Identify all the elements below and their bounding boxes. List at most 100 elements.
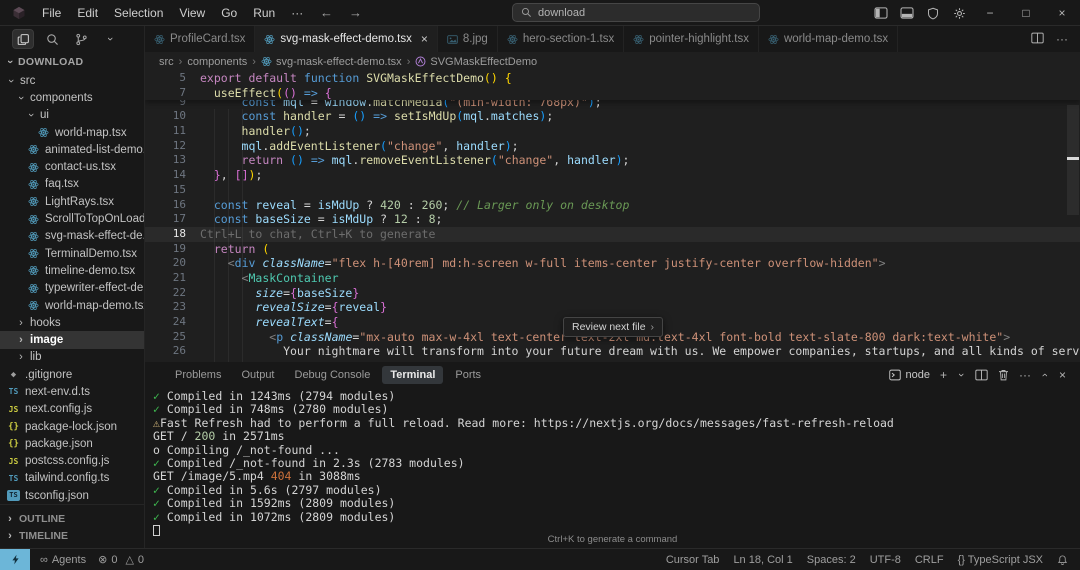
tab-pointer-highlight-tsx[interactable]: pointer-highlight.tsx <box>624 26 759 52</box>
tree-item-hooks[interactable]: ›hooks <box>0 314 144 331</box>
code-line-19[interactable]: 19 return ( <box>145 242 1080 257</box>
panel-more-icon[interactable]: ··· <box>1019 368 1031 382</box>
breadcrumb-item-components[interactable]: components <box>187 56 247 68</box>
status-spaces-2[interactable]: Spaces: 2 <box>807 554 856 566</box>
menu-item-edit[interactable]: Edit <box>69 3 106 23</box>
command-center-search[interactable]: download <box>512 3 760 22</box>
nav-forward-icon[interactable]: → <box>349 5 362 20</box>
search-view-icon[interactable] <box>41 29 63 49</box>
tree-item-contact-us-tsx[interactable]: contact-us.tsx <box>0 158 144 175</box>
breadcrumb-item-src[interactable]: src <box>159 56 174 68</box>
layout-panel-icon[interactable] <box>894 0 920 26</box>
tree-item-package-json[interactable]: {}package.json <box>0 435 144 452</box>
menu-item-item[interactable]: ··· <box>283 3 311 23</box>
tab-profilecard-tsx[interactable]: ProfileCard.tsx <box>145 26 255 52</box>
tree-item-components[interactable]: ›components <box>0 89 144 106</box>
sticky-code-line-5[interactable]: 5export default function SVGMaskEffectDe… <box>145 71 1080 86</box>
tree-item-lightrays-tsx[interactable]: LightRays.tsx <box>0 193 144 210</box>
terminal-output[interactable]: ✓ Compiled in 1243ms (2794 modules)✓ Com… <box>145 387 1080 537</box>
tree-item-svg-mask-effect-de[interactable]: svg-mask-effect-de... <box>0 228 144 245</box>
close-window-button[interactable]: × <box>1044 0 1080 26</box>
tree-item-typewriter-effect-de[interactable]: typewriter-effect-de... <box>0 280 144 297</box>
tree-item-tailwind-config-ts[interactable]: TStailwind.config.ts <box>0 470 144 487</box>
more-actions-icon[interactable]: ··· <box>1056 32 1068 46</box>
tree-item-package-lock-json[interactable]: {}package-lock.json <box>0 418 144 435</box>
maximize-panel-icon[interactable]: › <box>1039 371 1051 379</box>
menu-item-run[interactable]: Run <box>245 3 283 23</box>
menu-item-file[interactable]: File <box>34 3 69 23</box>
status-ln-18-col-1[interactable]: Ln 18, Col 1 <box>733 554 792 566</box>
menu-item-selection[interactable]: Selection <box>106 3 171 23</box>
code-line-12[interactable]: 12 mql.addEventListener("change", handle… <box>145 139 1080 154</box>
panel-tab-ports[interactable]: Ports <box>447 366 489 384</box>
remote-indicator[interactable] <box>0 549 30 570</box>
maximize-button[interactable]: □ <box>1008 0 1044 26</box>
code-line-9[interactable]: 9 const mql = window.matchMedia("(min-wi… <box>145 100 1080 109</box>
tree-item-terminaldemo-tsx[interactable]: TerminalDemo.tsx <box>0 245 144 262</box>
tree-item-tsconfig-json[interactable]: TStsconfig.json <box>0 487 144 504</box>
panel-tab-terminal[interactable]: Terminal <box>382 366 443 384</box>
close-tab-icon[interactable]: × <box>421 32 428 46</box>
status-typescript-jsx[interactable]: {} TypeScript JSX <box>958 554 1043 566</box>
tree-item-animated-list-demo[interactable]: animated-list-demo... <box>0 141 144 158</box>
views-chevron-down-icon[interactable]: › <box>99 29 121 49</box>
notifications-bell-icon[interactable] <box>1057 554 1068 566</box>
tree-item-src[interactable]: ›src <box>0 72 144 89</box>
tree-item-postcss-config-js[interactable]: JSpostcss.config.js <box>0 453 144 470</box>
problems-status[interactable]: ⊗ 0 △ 0 <box>98 553 144 566</box>
close-panel-icon[interactable]: × <box>1059 368 1066 382</box>
sidebar-section-outline[interactable]: ›OUTLINE <box>0 510 144 527</box>
tree-item-image[interactable]: ›image <box>0 331 144 348</box>
tab-world-map-demo-tsx[interactable]: world-map-demo.tsx <box>759 26 898 52</box>
code-line-16[interactable]: 16 const reveal = isMdUp ? 420 : 260; //… <box>145 198 1080 213</box>
status-utf-8[interactable]: UTF-8 <box>870 554 901 566</box>
status-cursor-tab[interactable]: Cursor Tab <box>666 554 720 566</box>
tree-item-timeline-demo-tsx[interactable]: timeline-demo.tsx <box>0 262 144 279</box>
sticky-code-line-7[interactable]: 7 useEffect(() => { <box>145 86 1080 101</box>
explorer-section-header[interactable]: › DOWNLOAD <box>0 52 144 72</box>
minimize-button[interactable]: − <box>972 0 1008 26</box>
tree-item-ui[interactable]: ›ui <box>0 107 144 124</box>
tree-item-scrolltotoponload[interactable]: ScrollToTopOnLoad.... <box>0 210 144 227</box>
tree-item-next-config-js[interactable]: JSnext.config.js <box>0 401 144 418</box>
kill-terminal-icon[interactable] <box>998 369 1009 381</box>
tree-item-gitignore[interactable]: ◆.gitignore <box>0 366 144 383</box>
layout-sidebar-icon[interactable] <box>868 0 894 26</box>
split-terminal-icon[interactable] <box>975 369 988 381</box>
review-next-file-button[interactable]: Review next file › <box>563 317 663 337</box>
breadcrumb-item-svgmaskeffectdemo[interactable]: SVGMaskEffectDemo <box>415 56 537 68</box>
code-line-10[interactable]: 10 const handler = () => setIsMdUp(mql.m… <box>145 109 1080 124</box>
status-crlf[interactable]: CRLF <box>915 554 944 566</box>
code-line-17[interactable]: 17 const baseSize = isMdUp ? 12 : 8; <box>145 212 1080 227</box>
terminal-dropdown-icon[interactable]: › <box>955 371 967 379</box>
code-line-18[interactable]: 18Ctrl+L to chat, Ctrl+K to generate <box>145 227 1080 242</box>
code-line-20[interactable]: 20 <div className="flex h-[40rem] md:h-s… <box>145 256 1080 271</box>
panel-tab-problems[interactable]: Problems <box>167 366 229 384</box>
menu-item-view[interactable]: View <box>171 3 213 23</box>
tree-item-faq-tsx[interactable]: faq.tsx <box>0 176 144 193</box>
agents-status[interactable]: ∞ Agents <box>40 554 86 566</box>
code-line-23[interactable]: 23 revealSize={reveal} <box>145 300 1080 315</box>
tab-svg-mask-effect-demo-tsx[interactable]: svg-mask-effect-demo.tsx× <box>255 26 437 52</box>
panel-tab-output[interactable]: Output <box>233 366 282 384</box>
code-line-13[interactable]: 13 return () => mql.removeEventListener(… <box>145 153 1080 168</box>
code-line-14[interactable]: 14 }, []); <box>145 168 1080 183</box>
panel-tab-debug-console[interactable]: Debug Console <box>287 366 379 384</box>
code-editor[interactable]: 5export default function SVGMaskEffectDe… <box>145 71 1080 362</box>
new-terminal-icon[interactable]: + <box>940 368 947 382</box>
shell-node-chip[interactable]: node <box>889 369 929 381</box>
tree-item-world-map-demo-tsx[interactable]: world-map-demo.tsx <box>0 297 144 314</box>
sidebar-section-timeline[interactable]: ›TIMELINE <box>0 527 144 544</box>
tree-item-lib[interactable]: ›lib <box>0 349 144 366</box>
editor-scrollbar[interactable] <box>1067 105 1079 215</box>
nav-back-icon[interactable]: ← <box>320 5 333 20</box>
tree-item-next-env-d-ts[interactable]: TSnext-env.d.ts <box>0 383 144 400</box>
tab-8-jpg[interactable]: 8.jpg <box>438 26 498 52</box>
tab-hero-section-1-tsx[interactable]: hero-section-1.tsx <box>498 26 624 52</box>
code-line-22[interactable]: 22 size={baseSize} <box>145 286 1080 301</box>
gear-icon[interactable] <box>946 0 972 26</box>
breadcrumb-item-svg-mask-effect-demo-tsx[interactable]: svg-mask-effect-demo.tsx <box>261 56 402 68</box>
shield-icon[interactable] <box>920 0 946 26</box>
code-line-15[interactable]: 15 <box>145 183 1080 198</box>
code-line-26[interactable]: 26 Your nightmare will transform into yo… <box>145 344 1080 359</box>
